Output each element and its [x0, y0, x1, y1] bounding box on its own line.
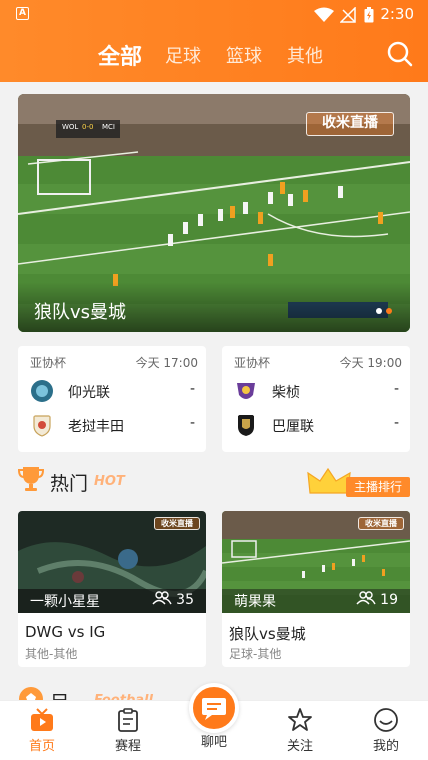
team-name: 巴厘联 [272, 419, 314, 435]
team-score: - [189, 381, 195, 397]
team-score: - [189, 415, 195, 431]
anchor-name: 一颗小星星 [30, 594, 100, 610]
nav-label: 赛程 [114, 739, 141, 754]
stream-title: 狼队vs曼城 [229, 625, 306, 643]
team-score: - [393, 415, 399, 431]
search-icon[interactable] [386, 40, 414, 68]
face-icon [374, 708, 398, 732]
match-team: 柴桢 - [232, 377, 407, 405]
nav-label: 首页 [28, 739, 55, 754]
team-name: 老挝丰田 [68, 419, 124, 435]
status-time: 2:30 [380, 5, 414, 23]
live-stream-card[interactable]: 收米直播 萌果果 19 狼队vs曼城 足球-其他 [222, 511, 410, 667]
star-icon [288, 708, 312, 731]
viewer-count-value: 35 [176, 592, 194, 608]
match-team: 老挝丰田 - [28, 411, 203, 439]
team-score: - [393, 381, 399, 397]
nav-label: 关注 [286, 739, 313, 754]
tab-football[interactable]: 足球 [165, 42, 201, 68]
team-logo-icon [237, 383, 255, 399]
viewer-count: 35 [152, 591, 194, 608]
team-name: 柴桢 [272, 385, 300, 401]
stream-watermark: 收米直播 [154, 517, 200, 530]
category-tabs: 全部 足球 篮球 其他 [0, 38, 428, 74]
match-competition: 亚协杯 [30, 356, 67, 370]
chat-icon [202, 698, 226, 720]
team-logo-icon [31, 380, 53, 402]
match-team: 仰光联 - [28, 377, 203, 405]
ranking-label: 主播排行 [346, 477, 410, 497]
watermark-logo: 收米直播 [306, 112, 394, 136]
hot-title: 热门 [50, 473, 89, 495]
tab-all[interactable]: 全部 [98, 39, 142, 71]
team-name: 仰光联 [68, 385, 110, 401]
trophy-icon [18, 467, 44, 491]
hot-subtitle: HOT [94, 474, 125, 489]
battery-icon [364, 7, 374, 23]
anchor-ranking-button[interactable]: 主播排行 [306, 467, 410, 497]
stream-category: 足球-其他 [229, 647, 282, 661]
viewers-icon [152, 591, 172, 605]
banner-title: 狼队vs曼城 [34, 302, 127, 323]
viewer-count: 19 [356, 591, 398, 608]
stream-watermark: 收米直播 [358, 517, 404, 530]
carousel-dots [372, 299, 392, 318]
scoreboard-home: WOL [62, 123, 79, 131]
status-bar: A 2:30 [0, 0, 428, 28]
wifi-icon [314, 7, 334, 22]
stream-title: DWG vs IG [25, 623, 106, 641]
carousel-dot-active[interactable] [386, 308, 392, 314]
nav-schedule[interactable]: 赛程 [98, 707, 158, 754]
scoreboard-score: 0-0 [82, 123, 94, 131]
viewers-icon [356, 591, 376, 605]
tab-other[interactable]: 其他 [287, 42, 323, 68]
team-logo-icon [33, 415, 51, 437]
match-time: 今天 17:00 [135, 356, 198, 370]
stream-category: 其他-其他 [25, 647, 78, 661]
nav-follow[interactable]: 关注 [270, 707, 330, 754]
nav-chat[interactable]: 聊吧 [184, 731, 244, 750]
match-card[interactable]: 亚协杯 今天 17:00 仰光联 - 老挝丰田 - [18, 346, 206, 452]
scoreboard-away: MCI [102, 123, 115, 131]
nav-label: 我的 [372, 739, 399, 754]
tv-icon [31, 708, 53, 731]
nav-me[interactable]: 我的 [356, 707, 416, 754]
hot-section-header: 热门 HOT 主播排行 [18, 465, 410, 497]
match-competition: 亚协杯 [234, 356, 271, 370]
anchor-name: 萌果果 [234, 594, 276, 610]
match-card[interactable]: 亚协杯 今天 19:00 柴桢 - 巴厘联 - [222, 346, 410, 452]
live-stream-card[interactable]: 收米直播 一颗小星星 35 DWG vs IG 其他-其他 [18, 511, 206, 667]
team-logo-icon [238, 415, 254, 436]
app-header: A 2:30 全部 足球 篮球 其他 [0, 0, 428, 82]
match-time: 今天 19:00 [339, 356, 402, 370]
nav-home[interactable]: 首页 [12, 707, 72, 754]
no-signal-icon [340, 7, 356, 23]
featured-banner[interactable]: 收米直播 WOL 0-0 MCI 狼队vs曼城 [18, 94, 410, 332]
viewer-count-value: 19 [380, 592, 398, 608]
nav-label: 聊吧 [200, 735, 227, 750]
clipboard-icon [118, 708, 138, 732]
chat-fab-button[interactable] [189, 683, 239, 733]
carousel-dot[interactable] [376, 308, 382, 314]
app-notification-icon: A [16, 7, 29, 20]
match-team: 巴厘联 - [232, 411, 407, 439]
tab-basketball[interactable]: 篮球 [226, 42, 262, 68]
